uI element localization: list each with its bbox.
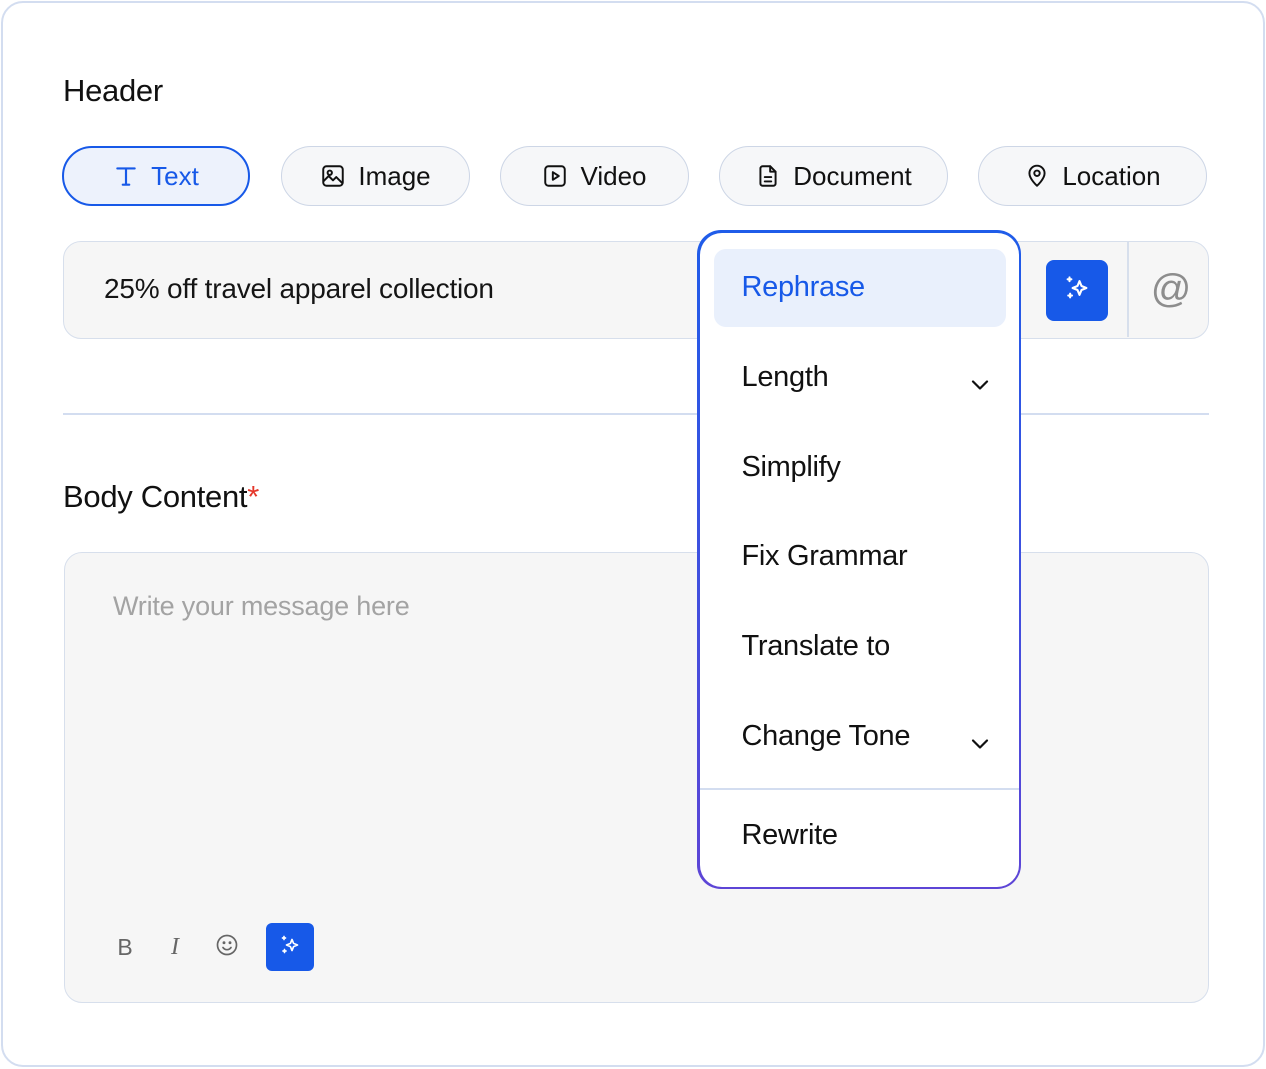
header-ai-assist-button[interactable]	[1046, 260, 1108, 321]
menu-item-translate[interactable]: Translate to	[714, 608, 1006, 686]
ai-sparkle-icon	[278, 933, 302, 962]
italic-button[interactable]: I	[151, 923, 199, 971]
menu-item-label: Rewrite	[741, 819, 839, 851]
tab-video[interactable]: Video	[500, 146, 689, 206]
menu-item-label: Rephrase	[741, 271, 866, 303]
mention-button[interactable]: @	[1134, 242, 1208, 337]
header-input-value[interactable]: 25% off travel apparel collection	[104, 273, 494, 305]
menu-item-label: Change Tone	[741, 720, 911, 752]
header-text-input[interactable]: 25% off travel apparel collection @	[63, 241, 1209, 339]
menu-item-label: Translate to	[741, 630, 891, 662]
header-section-title: Header	[63, 73, 163, 108]
location-icon	[1024, 163, 1050, 189]
menu-item-rephrase[interactable]: Rephrase	[713, 248, 1006, 327]
tab-document[interactable]: Document	[719, 146, 948, 206]
body-section-title: Body Content*	[63, 479, 259, 515]
message-composer-card: Header Text Image Video Document Locatio…	[1, 1, 1265, 1067]
body-placeholder: Write your message here	[113, 591, 410, 621]
mention-divider	[1127, 242, 1129, 337]
tab-image-label: Image	[358, 160, 431, 191]
tab-text-label: Text	[151, 160, 199, 191]
menu-item-simplify[interactable]: Simplify	[714, 429, 1006, 507]
image-icon	[320, 163, 346, 189]
section-divider	[63, 413, 1209, 415]
video-icon	[542, 163, 568, 189]
menu-item-label: Fix Grammar	[741, 540, 908, 572]
emoji-button[interactable]	[203, 923, 251, 971]
menu-divider	[699, 787, 1019, 790]
body-ai-assist-button[interactable]	[266, 923, 314, 971]
required-mark: *	[247, 479, 260, 514]
bold-icon: B	[117, 933, 133, 960]
document-icon	[755, 163, 781, 189]
menu-item-fix-grammar[interactable]: Fix Grammar	[714, 518, 1006, 596]
body-title-label: Body Content	[63, 479, 248, 514]
chevron-down-icon	[970, 728, 990, 761]
tab-location[interactable]: Location	[978, 146, 1207, 206]
menu-item-change-tone[interactable]: Change Tone	[714, 698, 1006, 776]
ai-sparkle-icon	[1062, 273, 1092, 308]
menu-item-rewrite[interactable]: Rewrite	[714, 797, 1006, 875]
tab-text[interactable]: Text	[62, 146, 250, 206]
menu-item-label: Simplify	[741, 451, 841, 483]
menu-item-length[interactable]: Length	[714, 339, 1006, 417]
tab-location-label: Location	[1062, 160, 1161, 191]
body-content-textarea[interactable]: Write your message here B I	[64, 552, 1209, 1003]
menu-item-label: Length	[741, 361, 829, 393]
tab-video-label: Video	[580, 160, 647, 191]
text-icon	[113, 163, 139, 189]
bold-button[interactable]: B	[101, 923, 149, 971]
ai-actions-menu: Rephrase Length Simplify Fix Grammar Tra…	[697, 230, 1021, 889]
chevron-down-icon	[970, 369, 990, 402]
italic-icon: I	[171, 933, 179, 960]
emoji-icon	[215, 933, 239, 962]
tab-image[interactable]: Image	[281, 146, 470, 206]
tab-document-label: Document	[793, 160, 912, 191]
